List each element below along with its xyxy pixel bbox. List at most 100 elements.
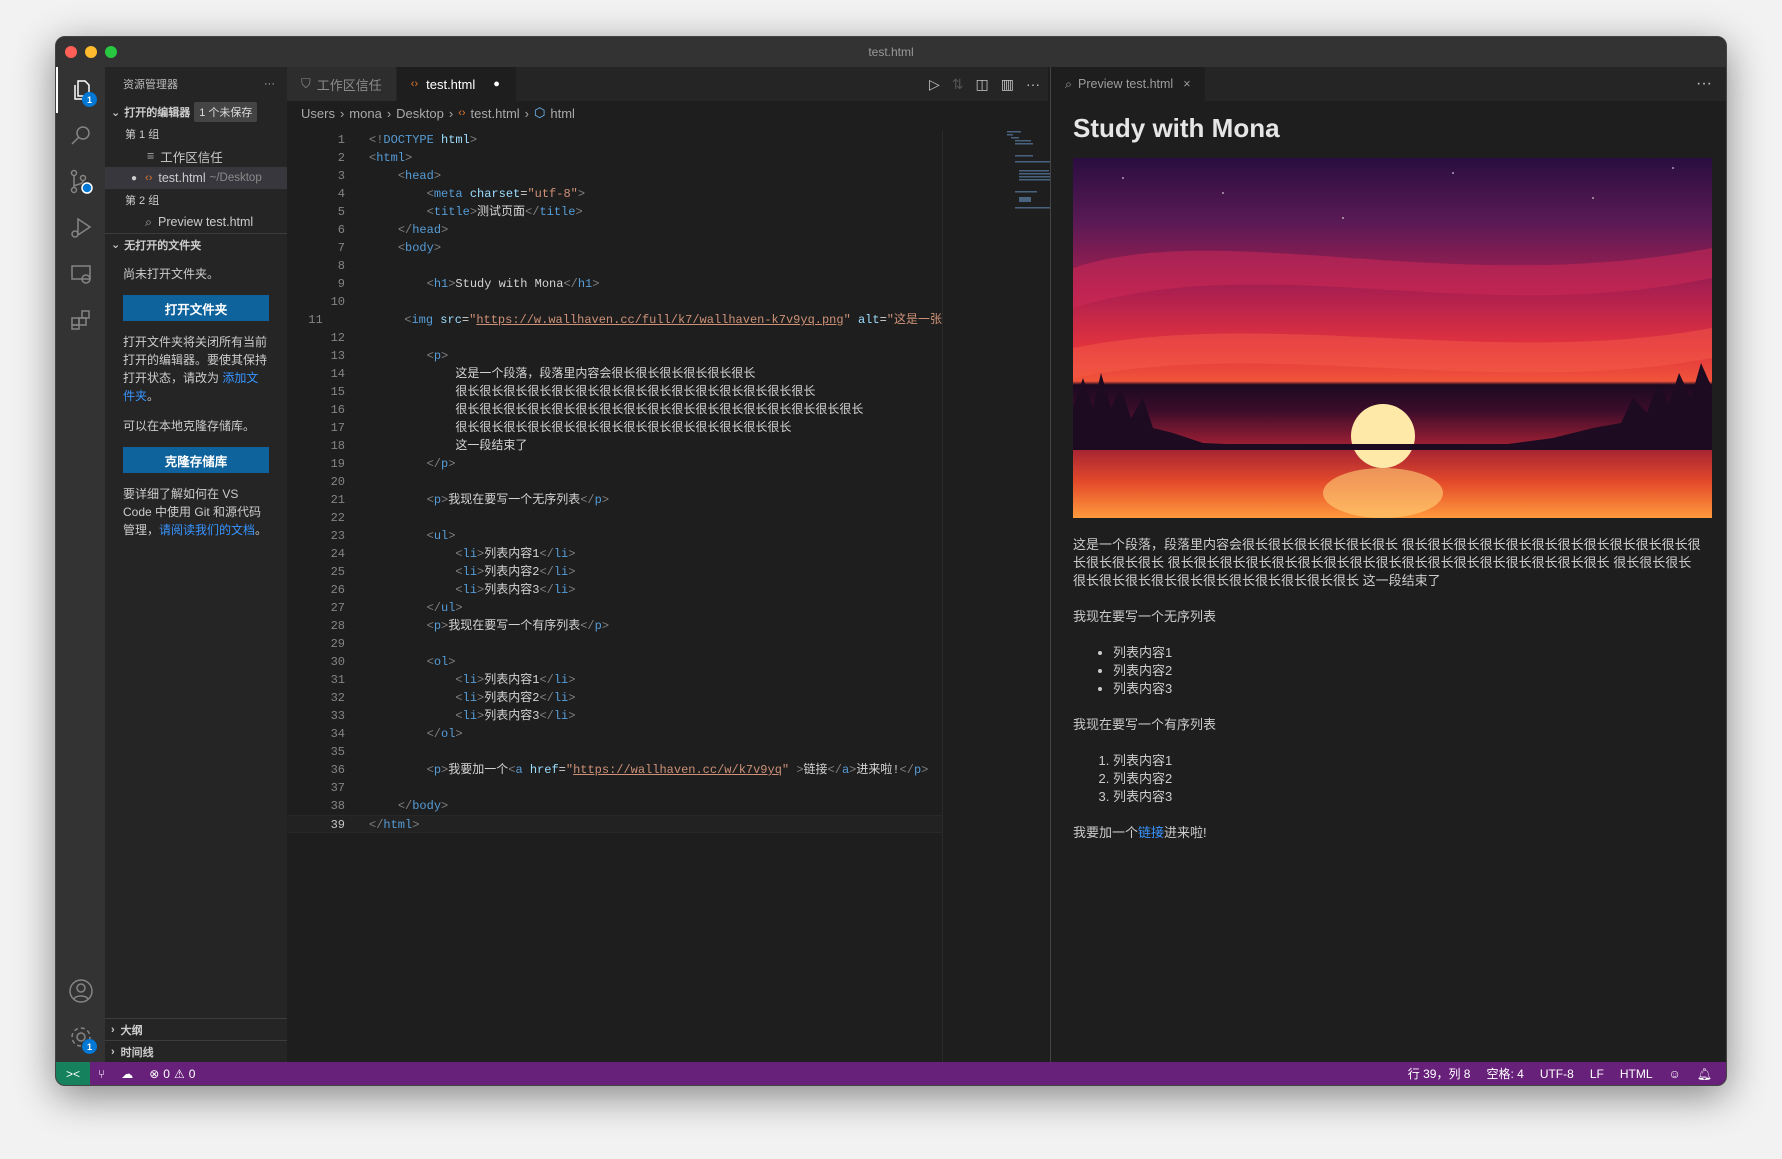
code-line[interactable]: 21 <p>我现在要写一个无序列表</p> [287, 491, 942, 509]
open-editor-preview[interactable]: ⌕ Preview test.html [105, 211, 287, 233]
search-button[interactable] [56, 113, 105, 159]
extensions-button[interactable] [56, 297, 105, 343]
code-line[interactable]: 15 很长很长很长很长很长很长很长很长很长很长很长很长很长很长很长 [287, 383, 942, 401]
language-mode[interactable]: HTML [1612, 1067, 1661, 1081]
code-line[interactable]: 22 [287, 509, 942, 527]
line-content: </p> [345, 455, 456, 473]
publish-button[interactable]: ☁ [113, 1067, 141, 1081]
code-line[interactable]: 25 <li>列表内容2</li> [287, 563, 942, 581]
clone-repository-button[interactable]: 克隆存储库 [123, 447, 269, 473]
manage-button[interactable]: 1 [56, 1014, 105, 1060]
feedback-button[interactable]: ☺ [1661, 1067, 1689, 1081]
breadcrumb-item[interactable]: Users [301, 106, 335, 121]
open-editor-test-html[interactable]: ● ‹› test.html ~/Desktop [105, 167, 287, 189]
code-line[interactable]: 30 <ol> [287, 653, 942, 671]
code-line[interactable]: 12 [287, 329, 942, 347]
breadcrumb-item[interactable]: Desktop [396, 106, 444, 121]
tab-workspace-trust[interactable]: ⛉ 工作区信任 [287, 67, 397, 101]
code-line[interactable]: 16 很长很长很长很长很长很长很长很长很长很长很长很长很长很长很长很长很长 [287, 401, 942, 419]
code-line[interactable]: 36 <p>我要加一个<a href="https://wallhaven.cc… [287, 761, 942, 779]
outline-section[interactable]: › 大纲 [105, 1018, 287, 1040]
code-token: li [462, 547, 478, 561]
code-line[interactable]: 5 <title>测试页面</title> [287, 203, 942, 221]
warning-icon: ⚠ [173, 1066, 185, 1081]
code-line[interactable]: 9 <h1>Study with Mona</h1> [287, 275, 942, 293]
cursor-position[interactable]: 行 39，列 8 [1400, 1065, 1479, 1082]
no-folder-section[interactable]: ⌄ 无打开的文件夹 [105, 233, 287, 255]
zoom-window-button[interactable] [105, 46, 117, 58]
code-line[interactable]: 14 这是一个段落，段落里内容会很长很长很长很长很长很长 [287, 365, 942, 383]
more-actions-button[interactable]: ··· [264, 78, 275, 90]
code-line[interactable]: 35 [287, 743, 942, 761]
remote-explorer-button[interactable] [56, 251, 105, 297]
close-window-button[interactable] [65, 46, 77, 58]
branch-button[interactable]: ⑂ [90, 1067, 113, 1081]
line-content [345, 293, 369, 311]
remote-button[interactable]: >< [56, 1062, 90, 1085]
breadcrumb-item[interactable]: html [550, 106, 575, 121]
code-line[interactable]: 23 <ul> [287, 527, 942, 545]
encoding[interactable]: UTF-8 [1532, 1067, 1582, 1081]
breadcrumb-item[interactable]: mona [349, 106, 382, 121]
end-of-line[interactable]: LF [1582, 1067, 1612, 1081]
run-icon[interactable]: ▷ [929, 76, 940, 93]
code-line[interactable]: 24 <li>列表内容1</li> [287, 545, 942, 563]
docs-link[interactable]: 请阅读我们的文档 [159, 523, 255, 537]
open-folder-button[interactable]: 打开文件夹 [123, 295, 269, 321]
open-editors-section[interactable]: ⌄ 打开的编辑器 1 个未保存 [105, 101, 287, 123]
close-icon[interactable]: × [1183, 77, 1190, 91]
more-actions-icon[interactable]: ··· [1696, 75, 1712, 93]
split-editor-icon[interactable]: ▥ [1001, 76, 1014, 93]
code-line[interactable]: 3 <head> [287, 167, 942, 185]
code-line[interactable]: 2 <html> [287, 149, 942, 167]
code-line[interactable]: 27 </ul> [287, 599, 942, 617]
code-line[interactable]: 17 很长很长很长很长很长很长很长很长很长很长很长很长很长很长 [287, 419, 942, 437]
code-line[interactable]: 38 </body> [287, 797, 942, 815]
code-line[interactable]: 8 [287, 257, 942, 275]
more-actions-icon[interactable]: ··· [1026, 76, 1040, 92]
open-editor-workspace-trust[interactable]: ≡ 工作区信任 [105, 145, 287, 167]
code-line[interactable]: 20 [287, 473, 942, 491]
accounts-button[interactable] [56, 968, 105, 1014]
code-line[interactable]: 19 </p> [287, 455, 942, 473]
tab-test-html[interactable]: ‹› test.html ● [396, 67, 517, 101]
code-line[interactable]: 28 <p>我现在要写一个有序列表</p> [287, 617, 942, 635]
code-line[interactable]: 26 <li>列表内容3</li> [287, 581, 942, 599]
code-line[interactable]: 37 [287, 779, 942, 797]
code-line[interactable]: 11 <img src="https://w.wallhaven.cc/full… [287, 311, 942, 329]
code-line[interactable]: 1 <!DOCTYPE html> [287, 131, 942, 149]
code-line[interactable]: 10 [287, 293, 942, 311]
minimize-window-button[interactable] [85, 46, 97, 58]
open-preview-icon[interactable]: ◫ [976, 76, 989, 93]
code-line[interactable]: 13 <p> [287, 347, 942, 365]
code-token: title [433, 205, 470, 219]
code-line[interactable]: 39 </html> [287, 815, 942, 833]
line-number: 26 [330, 583, 345, 597]
timeline-section[interactable]: › 时间线 [105, 1040, 287, 1062]
code-line[interactable]: 7 <body> [287, 239, 942, 257]
code-line[interactable]: 32 <li>列表内容2</li> [287, 689, 942, 707]
code-line[interactable]: 4 <meta charset="utf-8"> [287, 185, 942, 203]
run-debug-button[interactable] [56, 205, 105, 251]
code-line[interactable]: 31 <li>列表内容1</li> [287, 671, 942, 689]
code-line[interactable]: 6 </head> [287, 221, 942, 239]
breadcrumb-item[interactable]: test.html [471, 106, 520, 121]
code-line[interactable]: 34 </ol> [287, 725, 942, 743]
notifications-button[interactable]: 🔔︎ [1689, 1067, 1720, 1081]
explorer-button[interactable]: 1 [56, 67, 105, 113]
tab-preview[interactable]: ⌕ Preview test.html × [1051, 67, 1206, 101]
preview-link[interactable]: 链接 [1138, 825, 1164, 840]
compare-changes-icon[interactable]: ⇅ [952, 76, 964, 93]
problems-button[interactable]: ⊗ 0 ⚠ 0 [141, 1067, 203, 1081]
indentation[interactable]: 空格: 4 [1478, 1065, 1531, 1082]
code-area[interactable]: 1 <!DOCTYPE html> 2 <html> 3 <head> 4 <meta c… [287, 131, 942, 1062]
code-line[interactable]: 29 [287, 635, 942, 653]
unsaved-dot-icon[interactable]: ● [493, 78, 500, 90]
line-number: 28 [330, 619, 345, 633]
preview-icon: ⌕ [145, 214, 153, 229]
code-line[interactable]: 33 <li>列表内容3</li> [287, 707, 942, 725]
source-control-button[interactable] [56, 159, 105, 205]
code-line[interactable]: 18 这一段结束了 [287, 437, 942, 455]
